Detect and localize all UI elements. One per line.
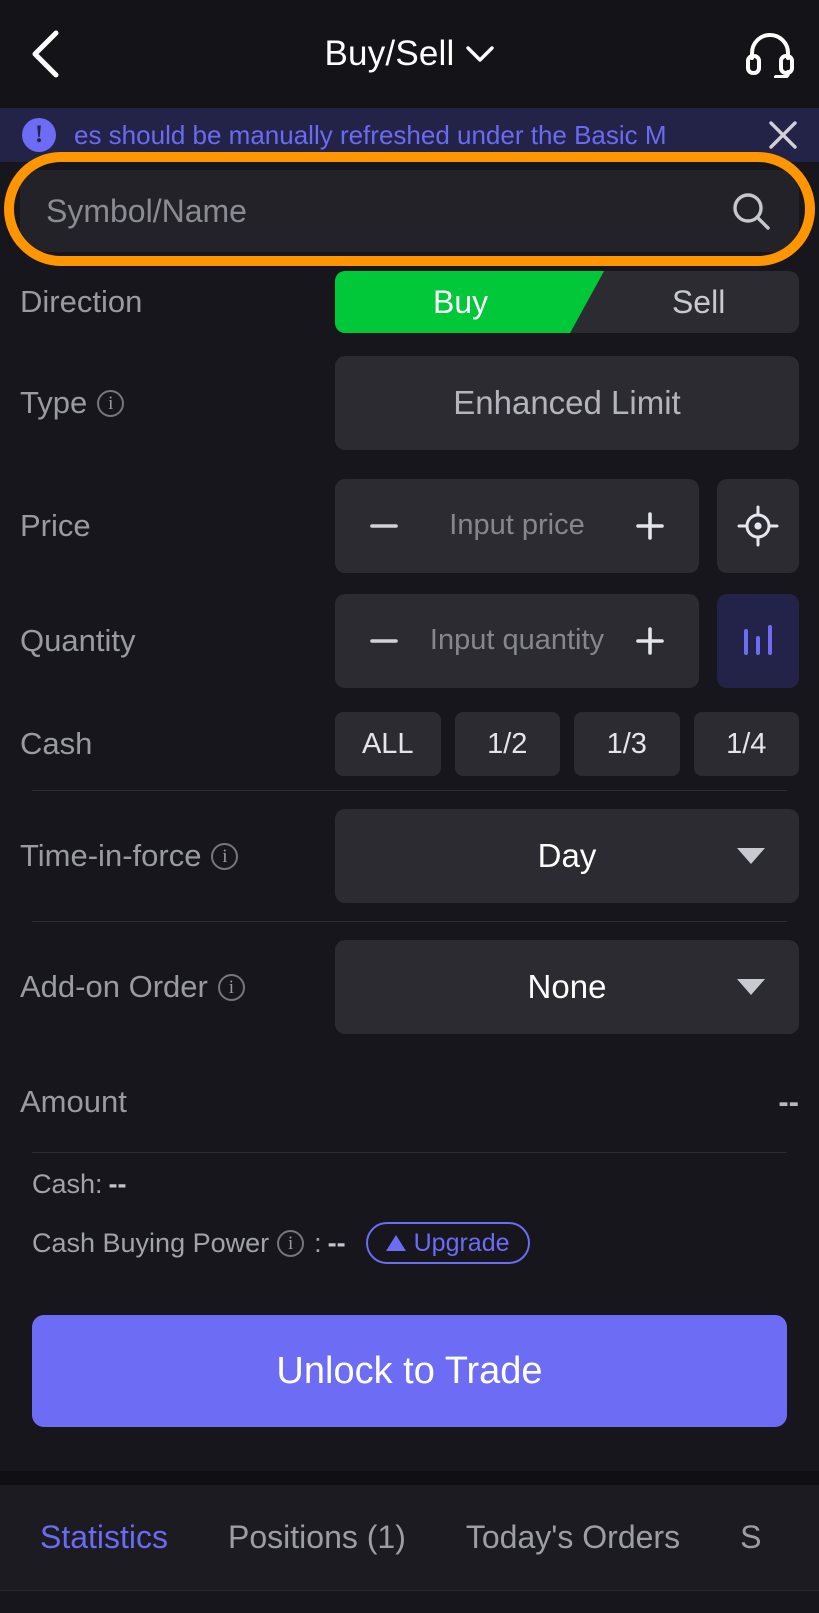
tab-todays-orders[interactable]: Today's Orders (466, 1519, 680, 1556)
time-in-force-value: Day (537, 837, 597, 874)
time-in-force-label: Time-in-force i (20, 838, 335, 874)
direction-sell-label: Sell (671, 283, 726, 320)
bottom-tab-bar: Statistics Positions (1) Today's Orders … (0, 1485, 819, 1591)
chevron-down-icon (465, 46, 494, 62)
add-on-order-row: Add-on Order i None (0, 922, 819, 1052)
banner-close-button[interactable] (761, 113, 805, 157)
type-row: Type i Enhanced Limit (0, 338, 819, 468)
close-icon (769, 121, 797, 149)
page-title-dropdown[interactable]: Buy/Sell (325, 34, 495, 74)
quantity-input[interactable]: Input quantity (407, 624, 627, 657)
quantity-decrement-button[interactable] (361, 618, 407, 664)
cash-summary-row: Cash: -- (0, 1153, 819, 1215)
unlock-to-trade-button[interactable]: Unlock to Trade (32, 1315, 787, 1427)
quantity-stepper: Input quantity (335, 593, 699, 688)
time-in-force-row: Time-in-force i Day (0, 791, 819, 921)
cash-quick-row: Cash ALL 1/2 1/3 1/4 (0, 698, 819, 790)
magnifier-glyph (733, 193, 770, 230)
cash-quick-buttons: ALL 1/2 1/3 1/4 (335, 712, 799, 776)
amount-row: Amount -- (0, 1052, 819, 1152)
direction-toggle: Buy Sell (335, 271, 799, 333)
buying-power-value: -- (327, 1227, 346, 1258)
support-button[interactable] (743, 27, 797, 81)
search-placeholder: Symbol/Name (46, 192, 247, 229)
info-icon[interactable]: i (97, 389, 125, 417)
quantity-label: Quantity (20, 622, 136, 658)
caret-down-icon (737, 979, 765, 995)
cash-half-button[interactable]: 1/2 (454, 712, 560, 776)
add-on-order-label-text: Add-on Order (20, 969, 208, 1004)
type-label-text: Type (20, 385, 88, 420)
cta-wrapper: Unlock to Trade (0, 1271, 819, 1427)
cash-summary-label: Cash: (32, 1168, 103, 1199)
tab-statistics[interactable]: Statistics (40, 1519, 168, 1556)
notice-banner: ! es should be manually refreshed under … (0, 108, 819, 162)
tabs-separator (0, 1471, 819, 1485)
chevron-left-icon (32, 30, 59, 78)
notice-banner-text: es should be manually refreshed under th… (74, 119, 667, 150)
info-icon[interactable]: i (277, 1229, 305, 1257)
price-increment-button[interactable] (627, 503, 673, 549)
bar-chart-icon (744, 624, 772, 655)
order-type-value: Enhanced Limit (453, 384, 681, 421)
direction-buy-option[interactable]: Buy (335, 271, 604, 333)
back-button[interactable] (18, 27, 72, 81)
plus-icon (636, 511, 664, 540)
direction-label: Direction (20, 284, 143, 319)
tab-positions[interactable]: Positions (1) (228, 1519, 406, 1556)
order-form: Direction Buy Sell Type i Enhanced Limit… (0, 266, 819, 1427)
info-icon[interactable]: i (217, 973, 245, 1001)
price-row: Price Input price (0, 468, 819, 583)
order-type-select[interactable]: Enhanced Limit (335, 356, 799, 450)
direction-row: Direction Buy Sell (0, 266, 819, 338)
price-input[interactable]: Input price (407, 509, 627, 542)
plus-icon (636, 626, 664, 655)
minus-icon (370, 523, 398, 528)
search-icon[interactable] (729, 189, 773, 233)
time-in-force-label-text: Time-in-force (20, 838, 202, 873)
spacer (0, 1427, 819, 1471)
amount-label: Amount (20, 1084, 127, 1119)
time-in-force-select[interactable]: Day (335, 809, 799, 903)
search-zone: Symbol/Name (0, 152, 819, 266)
cash-quarter-button[interactable]: 1/4 (693, 712, 799, 776)
headset-icon (746, 33, 794, 78)
add-on-order-label: Add-on Order i (20, 969, 335, 1005)
buying-power-separator: : (314, 1227, 322, 1258)
cash-all-button[interactable]: ALL (335, 712, 441, 776)
buying-power-row: Cash Buying Power i : -- Upgrade (0, 1215, 819, 1271)
exclamation-circle-icon: ! (22, 118, 56, 152)
price-stepper: Input price (335, 478, 699, 573)
price-market-button[interactable] (717, 478, 799, 573)
buying-power-label: Cash Buying Power (32, 1227, 270, 1258)
direction-buy-label: Buy (432, 283, 489, 320)
amount-value: -- (778, 1084, 799, 1119)
minus-icon (370, 638, 398, 643)
unlock-to-trade-label: Unlock to Trade (276, 1349, 543, 1392)
type-label: Type i (20, 385, 335, 421)
cash-third-button[interactable]: 1/3 (574, 712, 680, 776)
quantity-row: Quantity Input quantity (0, 583, 819, 698)
search-input[interactable]: Symbol/Name (20, 170, 799, 252)
upgrade-label: Upgrade (413, 1228, 510, 1257)
app-header: Buy/Sell (0, 0, 819, 108)
price-label: Price (20, 507, 91, 543)
page-title: Buy/Sell (324, 34, 455, 73)
target-crosshair-icon (737, 505, 779, 546)
info-icon[interactable]: i (211, 842, 239, 870)
quantity-increment-button[interactable] (627, 618, 673, 664)
arrow-up-icon (385, 1235, 406, 1251)
price-decrement-button[interactable] (361, 503, 407, 549)
quantity-chart-button[interactable] (717, 593, 799, 688)
add-on-order-value: None (527, 968, 607, 1005)
caret-down-icon (737, 848, 765, 864)
tab-partial-truncated[interactable]: S (740, 1519, 761, 1556)
add-on-order-select[interactable]: None (335, 940, 799, 1034)
cash-quick-label: Cash (20, 726, 93, 761)
cash-summary-value: -- (108, 1168, 127, 1199)
direction-sell-option[interactable]: Sell (576, 271, 799, 333)
upgrade-button[interactable]: Upgrade (365, 1222, 530, 1264)
